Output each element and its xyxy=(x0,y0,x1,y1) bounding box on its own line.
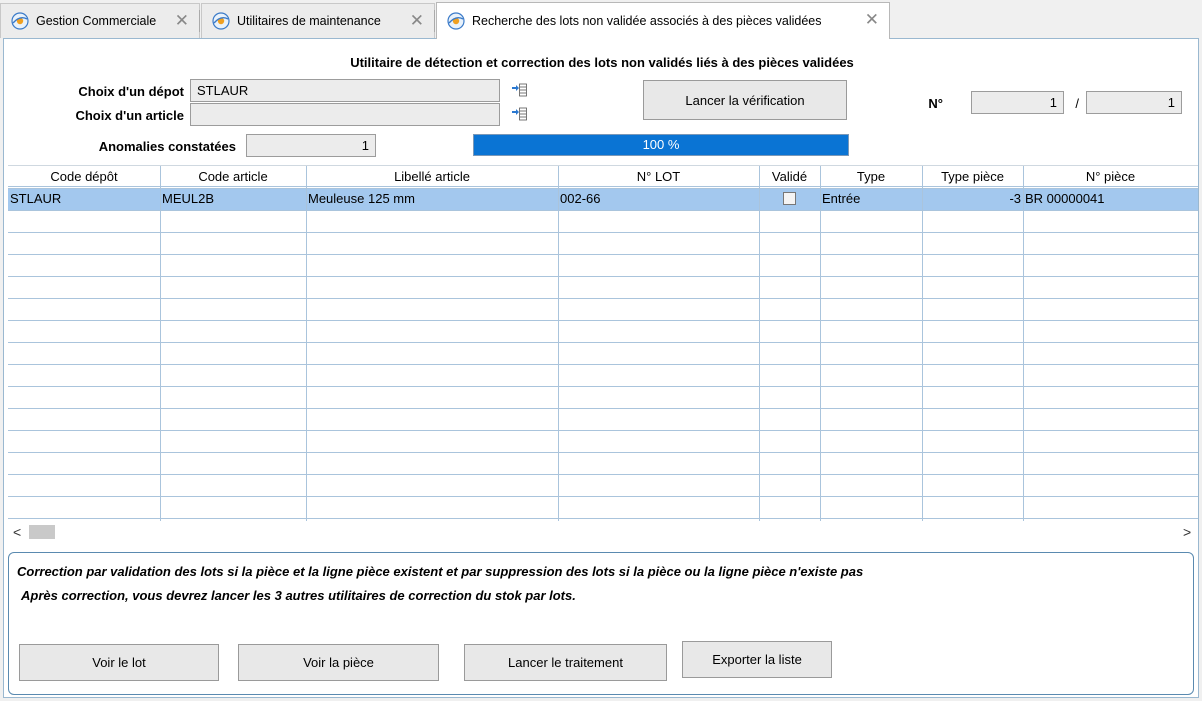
row-divider xyxy=(8,408,1198,409)
column-header[interactable]: Code article xyxy=(160,166,306,187)
row-divider xyxy=(8,474,1198,475)
row-divider xyxy=(8,298,1198,299)
table-cell-lot[interactable]: 002-66 xyxy=(560,188,757,210)
row-divider xyxy=(8,232,1198,233)
list-picker-icon[interactable] xyxy=(511,83,527,97)
scroll-thumb[interactable] xyxy=(29,525,55,539)
close-icon[interactable]: ✕ xyxy=(175,12,189,29)
progress-bar: 100 % xyxy=(473,134,849,156)
depot-field[interactable]: STLAUR xyxy=(190,79,500,102)
table-cell-type-piece[interactable]: -3 xyxy=(922,188,1021,210)
row-divider xyxy=(8,430,1198,431)
lancer-traitement-button[interactable]: Lancer le traitement xyxy=(464,644,667,681)
launch-verification-button[interactable]: Lancer la vérification xyxy=(643,80,847,120)
exporter-liste-button[interactable]: Exporter la liste xyxy=(682,641,832,678)
treatment-group: Correction par validation des lots si la… xyxy=(8,552,1194,695)
counter-separator: / xyxy=(1075,96,1079,111)
tab-utilitaires-maintenance[interactable]: Utilitaires de maintenance ✕ xyxy=(201,3,435,38)
column-header[interactable]: N° LOT xyxy=(558,166,759,187)
column-header[interactable]: Type xyxy=(820,166,922,187)
column-divider[interactable] xyxy=(759,166,760,521)
after-correction-note: Après correction, vous devrez lancer les… xyxy=(21,588,576,603)
table-cell-code-article[interactable]: MEUL2B xyxy=(162,188,304,210)
article-label: Choix d'un article xyxy=(75,108,184,123)
counter-current-field: 1 xyxy=(971,91,1064,114)
valide-checkbox[interactable] xyxy=(783,192,796,205)
counter-total-field: 1 xyxy=(1086,91,1182,114)
close-icon[interactable]: ✕ xyxy=(865,11,879,28)
tab-gestion-commerciale[interactable]: Gestion Commerciale ✕ xyxy=(0,3,200,38)
column-header[interactable]: Type pièce xyxy=(922,166,1023,187)
app-icon xyxy=(212,12,230,30)
row-divider xyxy=(8,518,1198,519)
column-divider[interactable] xyxy=(558,166,559,521)
table-cell-code-depot[interactable]: STLAUR xyxy=(10,188,158,210)
counter-label: N° xyxy=(928,96,943,111)
row-divider xyxy=(8,452,1198,453)
tab-label: Gestion Commerciale xyxy=(36,14,157,28)
anomalies-label: Anomalies constatées xyxy=(98,139,236,154)
depot-label: Choix d'un dépot xyxy=(78,84,184,99)
row-divider xyxy=(8,276,1198,277)
tab-label: Utilitaires de maintenance xyxy=(237,14,381,28)
row-divider xyxy=(8,320,1198,321)
close-icon[interactable]: ✕ xyxy=(410,12,424,29)
column-divider[interactable] xyxy=(160,166,161,521)
tab-recherche-lots[interactable]: Recherche des lots non validée associés … xyxy=(436,2,890,39)
table-cell-piece[interactable]: BR 00000041 xyxy=(1025,188,1196,210)
column-header[interactable]: Validé xyxy=(759,166,820,187)
column-divider[interactable] xyxy=(306,166,307,521)
tab-bar: Gestion Commerciale ✕ Utilitaires de mai… xyxy=(0,0,1202,39)
row-divider xyxy=(8,254,1198,255)
tab-label: Recherche des lots non validée associés … xyxy=(472,14,822,28)
scroll-left-icon[interactable]: < xyxy=(13,523,21,541)
column-header[interactable]: N° pièce xyxy=(1023,166,1198,187)
anomalies-field: 1 xyxy=(246,134,376,157)
main-panel: Utilitaire de détection et correction de… xyxy=(3,38,1199,698)
article-field[interactable] xyxy=(190,103,500,126)
lots-table: Code dépôt Code article Libellé article N° … xyxy=(8,165,1198,521)
table-cell-libelle[interactable]: Meuleuse 125 mm xyxy=(308,188,556,210)
app-icon xyxy=(11,12,29,30)
correction-note: Correction par validation des lots si la… xyxy=(17,564,864,579)
tab-separator xyxy=(199,10,200,32)
voir-lot-button[interactable]: Voir le lot xyxy=(19,644,219,681)
app-icon xyxy=(447,12,465,30)
scroll-right-icon[interactable]: > xyxy=(1183,523,1191,541)
table-cell-type[interactable]: Entrée xyxy=(822,188,920,210)
tab-separator xyxy=(434,10,435,32)
column-header[interactable]: Code dépôt xyxy=(8,166,160,187)
horizontal-scrollbar[interactable]: < > xyxy=(7,523,1197,541)
voir-piece-button[interactable]: Voir la pièce xyxy=(238,644,439,681)
row-divider xyxy=(8,496,1198,497)
row-divider xyxy=(8,210,1198,211)
row-divider xyxy=(8,386,1198,387)
row-divider xyxy=(8,342,1198,343)
column-divider[interactable] xyxy=(1023,166,1024,521)
column-divider[interactable] xyxy=(820,166,821,521)
column-header[interactable]: Libellé article xyxy=(306,166,558,187)
row-divider xyxy=(8,364,1198,365)
list-picker-icon[interactable] xyxy=(511,107,527,121)
page-title: Utilitaire de détection et correction de… xyxy=(350,55,854,70)
column-divider[interactable] xyxy=(922,166,923,521)
